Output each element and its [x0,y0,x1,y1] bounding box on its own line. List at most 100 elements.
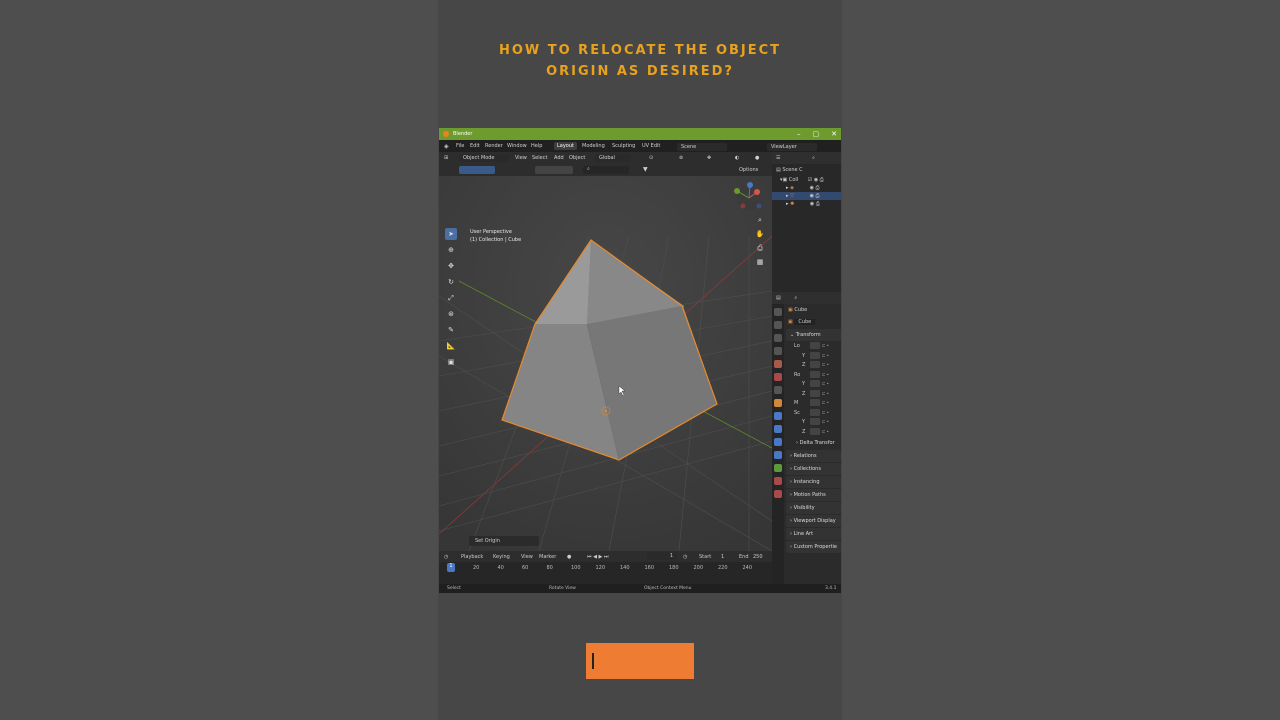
material-tab-icon[interactable] [774,477,782,485]
tab-uv-edit[interactable]: UV Edit [639,142,663,150]
modifier-tab-icon[interactable] [774,412,782,420]
outliner-scene-row[interactable]: ▤ Scene C [772,164,841,176]
zoom-icon[interactable]: ⌕ [755,216,765,226]
editor-type-icon[interactable]: ⊞ [444,155,448,161]
outliner-item-cube[interactable]: ▸ ▽ ◉ ⎙ [772,192,841,200]
annotate-tool-icon[interactable]: ✎ [445,324,457,336]
particles-tab-icon[interactable] [774,425,782,433]
blender-menu-icon[interactable]: ◈ [444,143,449,150]
collection-tab-icon[interactable] [774,386,782,394]
menu-timeline-view[interactable]: View [521,554,533,560]
lock-icon[interactable]: ⊏ • [822,410,829,415]
lock-icon[interactable]: ⊏ • [822,353,829,358]
transform-value-field[interactable] [810,389,820,397]
transform-value-field[interactable] [810,427,820,435]
menu-window[interactable]: Window [507,143,527,149]
panel-header[interactable]: › Instancing [786,476,841,488]
transform-value-field[interactable] [810,351,820,359]
transform-row[interactable]: Z ⊏ • [786,389,841,399]
proportional-icon[interactable]: ⊚ [679,155,683,161]
scene-tab-icon[interactable] [774,360,782,368]
transform-row[interactable]: Y ⊏ • [786,417,841,427]
lock-icon[interactable]: ⊏ • [822,419,829,424]
transform-row[interactable]: Z ⊏ • [786,360,841,370]
physics-tab-icon[interactable] [774,438,782,446]
transform-panel-header[interactable]: ⌄ Transform [786,329,841,341]
grid-icon[interactable]: ▦ [755,258,765,268]
menu-view[interactable]: View [515,155,527,161]
cursor-tool-icon[interactable]: ⊕ [445,244,457,256]
world-tab-icon[interactable] [774,373,782,381]
transform-row[interactable]: Sc ⊏ • [786,408,841,418]
transform-value-field[interactable] [810,342,820,349]
lock-icon[interactable]: ⊏ • [822,362,829,367]
panel-header[interactable]: › Custom Propertie [786,541,841,553]
playhead[interactable]: 1 [447,563,455,572]
start-field[interactable]: 1 [721,554,724,560]
outliner-item-camera[interactable]: ▸ ◈ ◉ ⎙ [772,184,841,192]
shading-icon[interactable]: ● [755,155,759,161]
lock-icon[interactable]: ⊏ • [822,429,829,434]
viewlayer-selector[interactable]: ViewLayer [767,143,817,151]
gizmo-icon[interactable]: ✥ [707,155,711,161]
pan-hand-icon[interactable]: ✋ [755,230,765,240]
filter-icon[interactable]: ▼ [643,166,648,173]
maximize-button[interactable]: ▢ [813,130,820,138]
transform-row[interactable]: Y ⊏ • [786,351,841,361]
constraints-tab-icon[interactable] [774,451,782,459]
select-mode-buttons[interactable] [459,166,495,174]
outliner-filter-icon[interactable]: ☰ [776,155,780,161]
outliner-search-icon[interactable]: ⌕ [812,155,815,161]
panel-header[interactable]: › Line Art [786,528,841,540]
menu-select[interactable]: Select [532,155,547,161]
transform-value-field[interactable] [810,370,820,378]
move-tool-icon[interactable]: ✥ [445,260,457,272]
menu-edit[interactable]: Edit [470,143,480,149]
menu-playback[interactable]: Playback [461,554,483,560]
close-button[interactable]: ✕ [831,130,837,138]
transform-row[interactable]: Ro ⊏ • [786,370,841,380]
minimize-button[interactable]: – [797,130,801,138]
clock-icon[interactable]: ◷ [683,554,687,560]
lock-icon[interactable]: ⊏ • [822,343,829,348]
panel-header[interactable]: › Delta Transfor [786,437,841,449]
tab-layout[interactable]: Layout [554,142,577,150]
playback-controls[interactable]: ⏮ ◀ ▶ ⏭ [587,554,608,560]
scale-tool-icon[interactable]: ⤢ [445,292,457,304]
output-tab-icon[interactable] [774,334,782,342]
camera-icon[interactable]: ⎙ [755,244,765,254]
menu-object[interactable]: Object [569,155,585,161]
data-tab-icon[interactable] [774,464,782,472]
orientation-selector[interactable]: Global [595,154,631,162]
options-button[interactable]: Options [739,167,758,173]
lock-icon[interactable]: ⊏ • [822,372,829,377]
visibility-toggles[interactable]: ☑ ◉ ⎙ [808,177,824,183]
transform-value-field[interactable] [810,399,820,406]
transform-row[interactable]: Lo ⊏ • [786,341,841,351]
menu-add[interactable]: Add [554,155,564,161]
menu-file[interactable]: File [456,143,464,149]
properties-search-icon[interactable]: ⌕ [794,295,797,301]
transform-row[interactable]: M ⊏ • [786,398,841,408]
last-operator-panel[interactable]: Set Origin [469,536,539,546]
end-field[interactable]: 250 [753,554,763,560]
current-frame-field[interactable]: 1 [647,552,677,560]
panel-header[interactable]: › Relations [786,450,841,462]
scene-selector[interactable]: Scene [677,143,727,151]
texture-tab-icon[interactable] [774,490,782,498]
transform-value-field[interactable] [810,418,820,425]
object-datablock-row[interactable]: ▣ Cube [786,316,841,328]
menu-render[interactable]: Render [485,143,503,149]
transform-row[interactable]: Y ⊏ • [786,379,841,389]
3d-viewport[interactable]: ➤ ⊕ ✥ ↻ ⤢ ⊛ ✎ 📐 ▣ User Perspective (1) C… [439,176,772,551]
view-layer-tab-icon[interactable] [774,347,782,355]
frame-ruler[interactable]: 20 40 60 80 100 120 140 160 180 200 220 240 [445,565,767,574]
timeline-editor-icon[interactable]: ◷ [444,554,448,560]
transform-tool-icon[interactable]: ⊛ [445,308,457,320]
render-tab-icon[interactable] [774,321,782,329]
properties-editor-icon[interactable]: ▤ [776,295,781,301]
rotate-tool-icon[interactable]: ↻ [445,276,457,288]
cta-button[interactable] [586,643,694,679]
measure-tool-icon[interactable]: 📐 [445,340,457,352]
mode-selector[interactable]: Object Mode [459,154,509,162]
